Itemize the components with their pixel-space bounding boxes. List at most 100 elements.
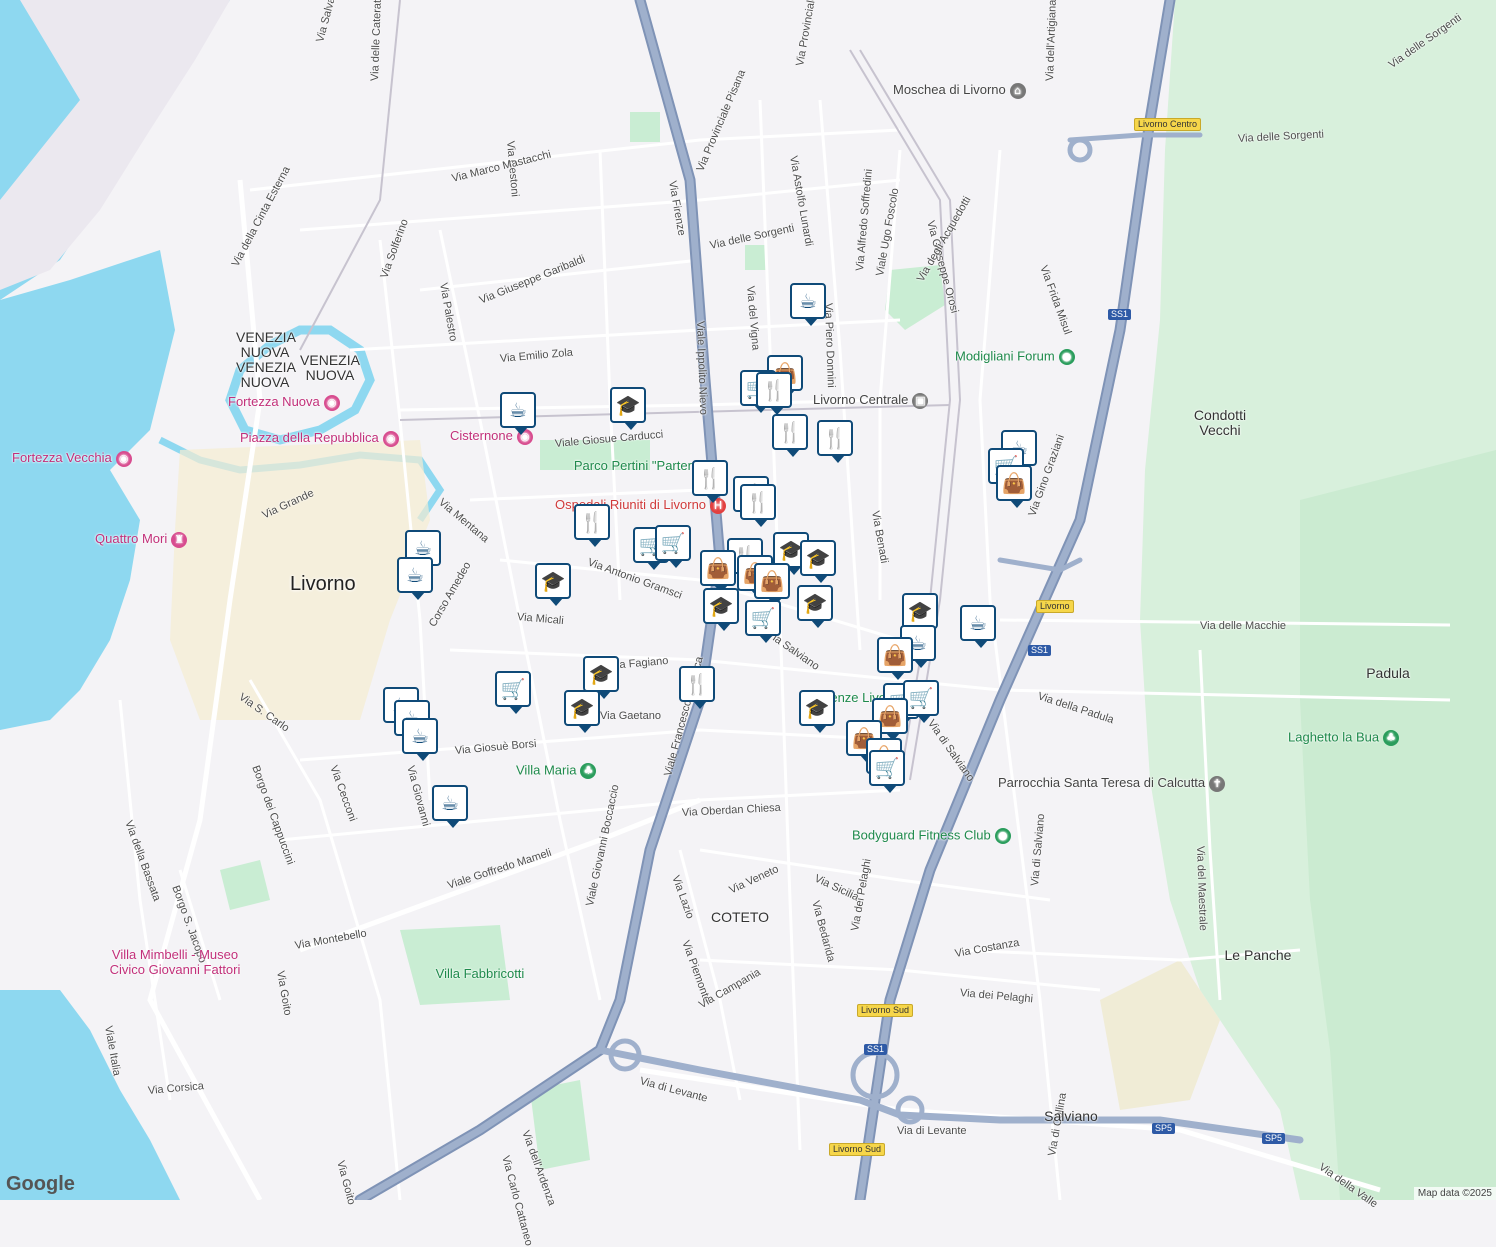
route-shield: SP5 [1262, 1133, 1286, 1144]
shop-icon: 👜 [882, 643, 908, 667]
poi-label[interactable]: Laghetto la Bua ♣ [1288, 729, 1400, 746]
grocery-marker[interactable]: 🛒 [903, 680, 939, 723]
school-icon: 🎓 [588, 662, 614, 686]
school-marker[interactable]: 🎓 [797, 585, 833, 628]
cafe-icon: ☕ [411, 724, 429, 748]
shop-marker[interactable]: 👜 [877, 637, 913, 680]
cafe-marker[interactable]: ☕ [432, 785, 468, 828]
poi-name: Fortezza Nuova [228, 394, 320, 409]
school-marker[interactable]: 🎓 [583, 656, 619, 699]
poi-label[interactable]: Fortezza Vecchia ◉ [12, 450, 132, 467]
poi-name: Piazza della Repubblica [240, 430, 379, 445]
poi-name: Livorno Centrale [813, 392, 909, 407]
school-icon: 🎓 [804, 696, 830, 720]
route-shield: SS1 [1108, 309, 1132, 320]
school-marker[interactable]: 🎓 [800, 540, 836, 583]
cafe-marker[interactable]: ☕ [397, 557, 433, 600]
poi-name: Bodyguard Fitness Club [852, 827, 991, 843]
cafe-marker[interactable]: ☕ [960, 605, 996, 648]
school-marker[interactable]: 🎓 [703, 588, 739, 631]
grocery-icon: 🛒 [874, 756, 900, 780]
school-icon: 🎓 [569, 696, 595, 720]
grocery-icon: 🛒 [660, 531, 686, 555]
poi-icon: ⌂ [1009, 82, 1026, 99]
school-icon: 🎓 [805, 546, 831, 570]
school-marker[interactable]: 🎓 [610, 387, 646, 430]
poi-icon: ◉ [323, 394, 340, 411]
google-logo: Google [6, 1173, 75, 1195]
poi-label[interactable]: Moschea di Livorno ⌂ [893, 82, 1026, 99]
restaurant-marker[interactable]: 🍴 [574, 504, 610, 547]
restaurant-marker[interactable]: 🍴 [756, 372, 792, 415]
poi-icon: ✝ [1209, 775, 1226, 792]
grocery-icon: 🛒 [908, 686, 934, 710]
restaurant-marker[interactable]: 🍴 [740, 484, 776, 527]
restaurant-marker[interactable]: 🍴 [772, 414, 808, 457]
route-shield: SS1 [864, 1044, 888, 1055]
school-icon: 🎓 [708, 594, 734, 618]
poi-label[interactable]: Livorno Centrale ▣ [813, 392, 929, 409]
poi-name: Villa Maria [516, 762, 577, 778]
poi-label[interactable]: Modigliani Forum ● [955, 349, 1075, 365]
cafe-icon: ☕ [799, 289, 817, 313]
poi-name: Quattro Mori [95, 531, 168, 546]
school-marker[interactable]: 🎓 [799, 690, 835, 733]
restaurant-icon: 🍴 [579, 510, 605, 534]
poi-label[interactable]: Villa Maria ♣ [516, 762, 597, 779]
cafe-icon: ☕ [969, 611, 987, 635]
restaurant-icon: 🍴 [697, 466, 723, 490]
cafe-icon: ☕ [406, 563, 424, 587]
poi-icon: ● [1058, 349, 1075, 365]
poi-icon: ◉ [115, 450, 132, 467]
grocery-marker[interactable]: 🛒 [655, 525, 691, 568]
poi-icon: ♣ [1383, 730, 1400, 746]
poi-icon: ◉ [382, 430, 399, 447]
shop-icon: 👜 [759, 569, 785, 593]
shop-marker[interactable]: 👜 [700, 550, 736, 593]
poi-icon: ● [994, 828, 1011, 844]
restaurant-icon: 🍴 [777, 420, 803, 444]
poi-label[interactable]: Parrocchia Santa Teresa di Calcutta ✝ [998, 775, 1226, 792]
poi-label[interactable]: Fortezza Nuova ◉ [228, 394, 340, 411]
restaurant-marker[interactable]: 🍴 [679, 666, 715, 709]
school-marker[interactable]: 🎓 [535, 563, 571, 606]
cafe-marker[interactable]: ☕ [500, 392, 536, 435]
shop-icon: 👜 [705, 556, 731, 580]
cafe-marker[interactable]: ☕ [790, 283, 826, 326]
poi-name: Modigliani Forum [955, 348, 1055, 364]
restaurant-icon: 🍴 [761, 378, 787, 402]
poi-label[interactable]: Villa Mimbelli - Museo Civico Giovanni F… [100, 947, 250, 977]
route-shield: Livorno Sud [857, 1004, 914, 1017]
shop-marker[interactable]: 👜 [996, 465, 1032, 508]
cafe-marker[interactable]: ☕ [402, 718, 438, 761]
route-shield: Livorno Centro [1134, 118, 1202, 131]
school-icon: 🎓 [907, 599, 933, 623]
poi-icon: ♜ [171, 531, 188, 548]
school-icon: 🎓 [802, 591, 828, 615]
cafe-icon: ☕ [509, 398, 527, 422]
school-icon: 🎓 [615, 393, 641, 417]
shop-icon: 👜 [1001, 471, 1027, 495]
poi-label[interactable]: Quattro Mori ♜ [95, 531, 188, 548]
poi-label[interactable]: Bodyguard Fitness Club ● [852, 828, 1011, 844]
restaurant-marker[interactable]: 🍴 [692, 460, 728, 503]
map-attribution[interactable]: Map data ©2025 [1413, 1187, 1496, 1200]
poi-label[interactable]: Villa Fabbricotti [405, 966, 555, 981]
grocery-marker[interactable]: 🛒 [745, 600, 781, 643]
poi-icon: ♣ [580, 763, 597, 779]
shop-marker[interactable]: 👜 [754, 563, 790, 606]
school-marker[interactable]: 🎓 [902, 593, 938, 636]
restaurant-icon: 🍴 [745, 490, 771, 514]
poi-name: Laghetto la Bua [1288, 729, 1380, 745]
grocery-marker[interactable]: 🛒 [495, 671, 531, 714]
poi-icon: ▣ [912, 392, 929, 409]
school-marker[interactable]: 🎓 [564, 690, 600, 733]
route-shield: Livorno Sud [829, 1143, 886, 1156]
poi-label[interactable]: Piazza della Repubblica ◉ [240, 430, 399, 447]
grocery-icon: 🛒 [750, 606, 776, 630]
poi-name: Cisternone [450, 428, 513, 443]
route-shield: SP5 [1152, 1123, 1176, 1134]
poi-name: Parrocchia Santa Teresa di Calcutta [998, 775, 1206, 790]
restaurant-marker[interactable]: 🍴 [817, 420, 853, 463]
grocery-marker[interactable]: 🛒 [869, 750, 905, 793]
